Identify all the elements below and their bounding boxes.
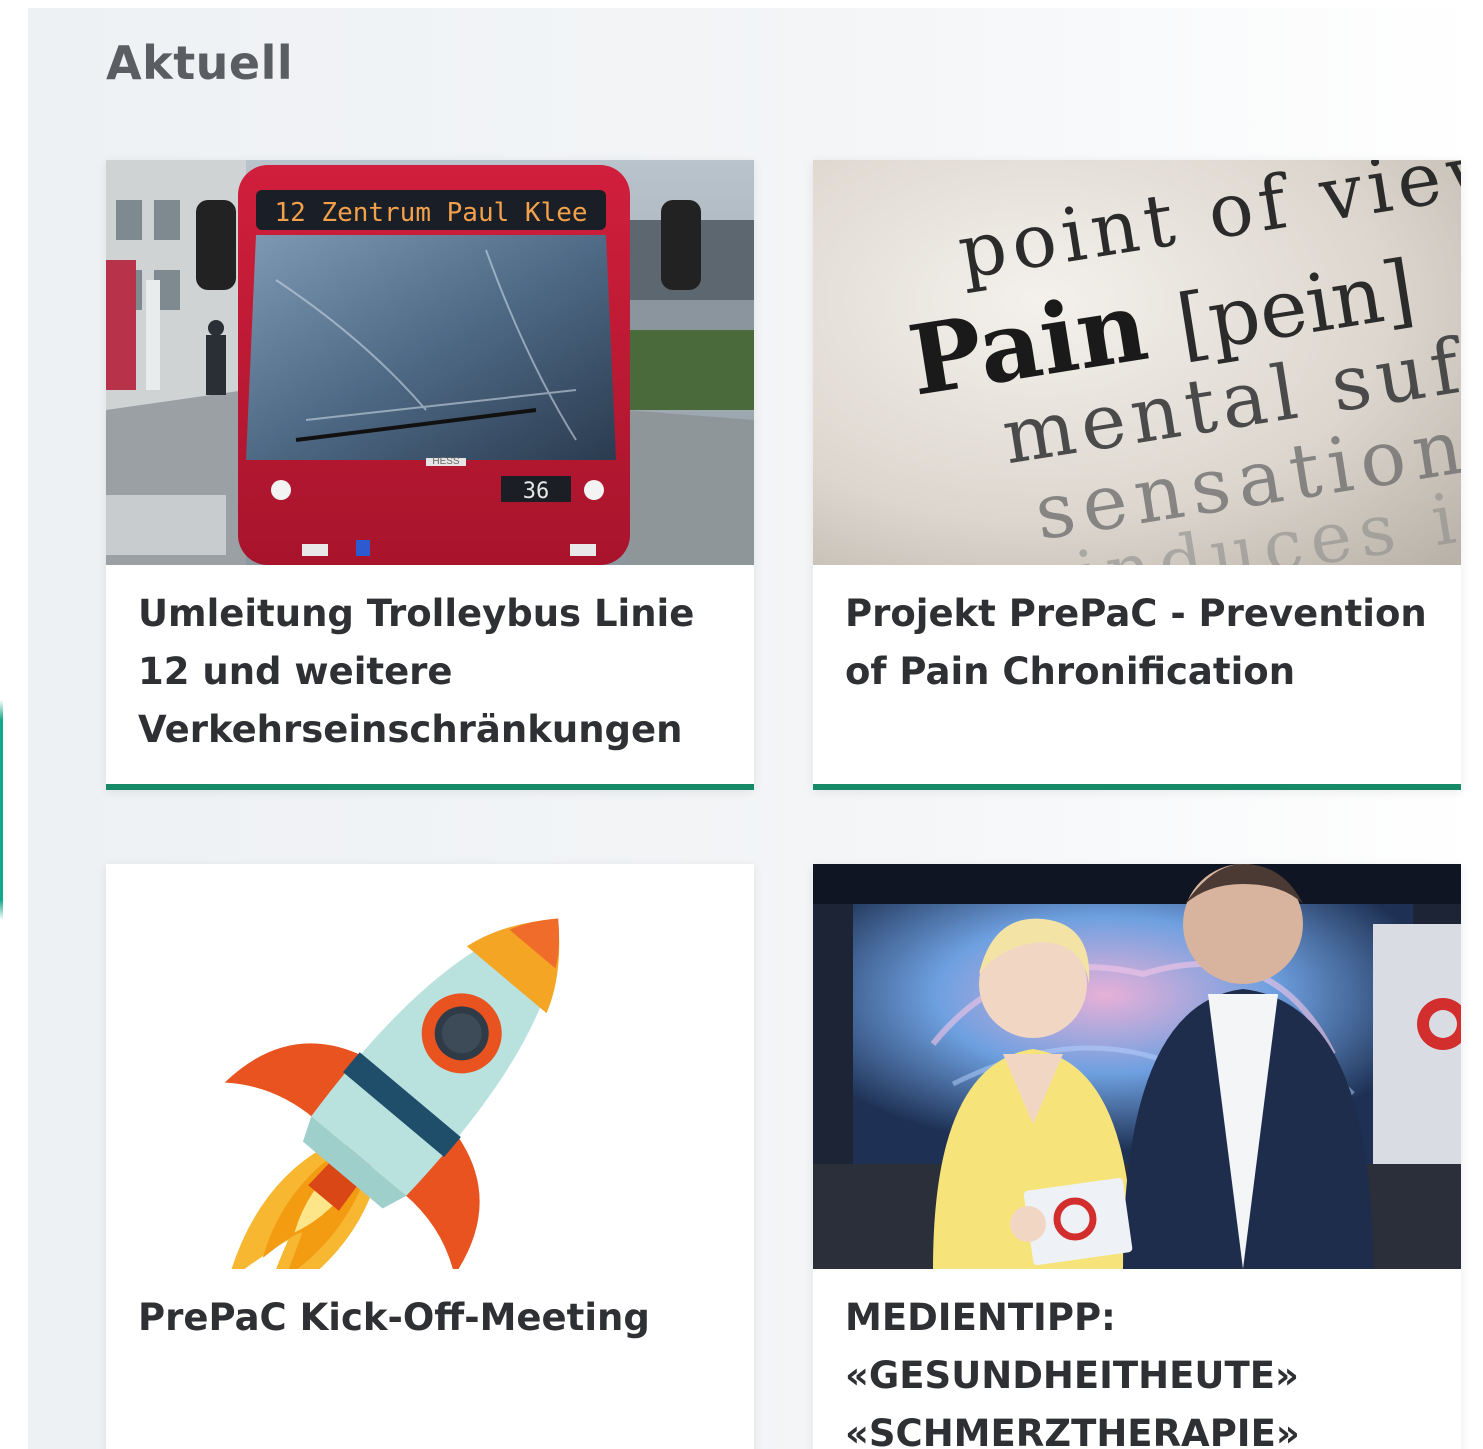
- card-title[interactable]: Projekt PrePaC - Prevention of Pain Chro…: [845, 585, 1435, 701]
- tv-studio-photo[interactable]: [813, 864, 1461, 1269]
- news-card-kickoff[interactable]: PrePaC Kick-Off-Meeting: [106, 864, 754, 1449]
- bus-brand: HESS: [432, 456, 460, 467]
- destination-sign: 12 Zentrum Paul Klee: [274, 198, 587, 228]
- left-accent-bar: [0, 0, 3, 1449]
- news-card-medientipp[interactable]: MEDIENTIPP: «GESUNDHEITHEUTE» «SCHMERZTH…: [813, 864, 1461, 1449]
- trolleybus-photo[interactable]: 12 Zentrum Paul Klee HESS 36: [106, 160, 754, 565]
- section-title: Aktuell: [106, 36, 294, 90]
- card-title[interactable]: PrePaC Kick-Off-Meeting: [138, 1289, 728, 1347]
- dictionary-pain-photo[interactable]: point of view Pain [pein] mental suf sen…: [813, 160, 1461, 565]
- news-card-trolleybus[interactable]: 12 Zentrum Paul Klee HESS 36 Umleitung T…: [106, 160, 754, 790]
- fleet-number: 36: [523, 479, 550, 504]
- card-title[interactable]: MEDIENTIPP: «GESUNDHEITHEUTE» «SCHMERZTH…: [845, 1289, 1435, 1449]
- news-section: Aktuell 12 Zentrum Paul Klee HESS 36 Uml…: [28, 8, 1483, 1449]
- card-title[interactable]: Umleitung Trolleybus Linie 12 und weiter…: [138, 585, 728, 759]
- news-card-prepac-project[interactable]: point of view Pain [pein] mental suf sen…: [813, 160, 1461, 790]
- page: Aktuell 12 Zentrum Paul Klee HESS 36 Uml…: [0, 0, 1483, 1449]
- rocket-illustration[interactable]: [106, 864, 754, 1269]
